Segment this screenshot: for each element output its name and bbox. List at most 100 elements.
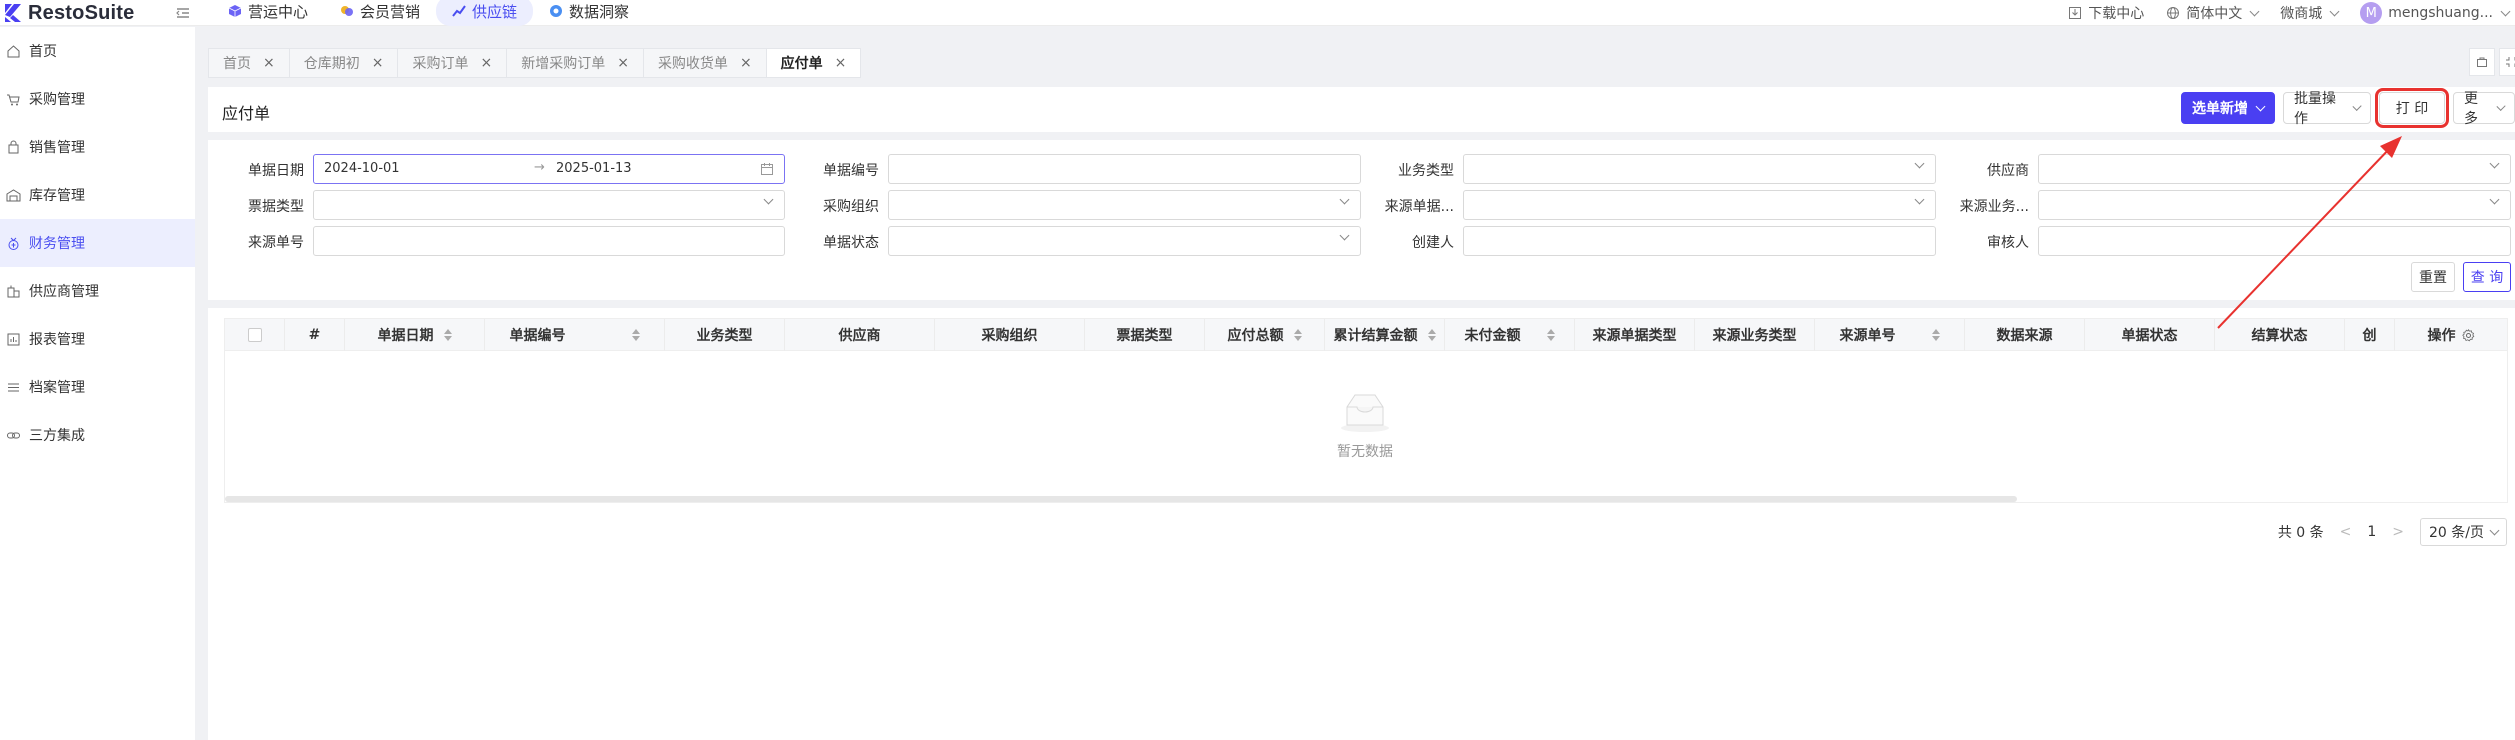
sidebar-item-sales[interactable]: 销售管理 bbox=[0, 123, 195, 171]
home-icon bbox=[7, 44, 20, 57]
close-icon[interactable]: × bbox=[263, 55, 275, 71]
invoice-type-select[interactable] bbox=[313, 190, 785, 220]
reset-button[interactable]: 重置 bbox=[2411, 262, 2455, 292]
page-size-select[interactable]: 20 条/页 bbox=[2420, 518, 2507, 546]
select-add-button[interactable]: 选单新增 bbox=[2181, 92, 2275, 124]
doc-no-label: 单据编号 bbox=[823, 163, 879, 179]
col-source-no[interactable]: 来源单号 bbox=[1815, 319, 1965, 351]
col-settled-total[interactable]: 累计结算金额 bbox=[1325, 319, 1445, 351]
creator-input[interactable] bbox=[1463, 226, 1936, 256]
tab-purchase-receipt[interactable]: 采购收货单 × bbox=[642, 48, 766, 78]
date-range-picker[interactable]: 2024-10-01 → 2025-01-13 bbox=[313, 154, 785, 184]
close-icon[interactable]: × bbox=[740, 55, 752, 71]
sort-icon[interactable] bbox=[1293, 329, 1302, 341]
logo[interactable]: RestoSuite bbox=[2, 0, 134, 26]
tab-purchase-order[interactable]: 采购订单 × bbox=[397, 48, 507, 78]
tab-warehouse-opening[interactable]: 仓库期初 × bbox=[288, 48, 398, 78]
tab-payable[interactable]: 应付单 × bbox=[765, 48, 862, 78]
restosuite-logo-icon bbox=[5, 4, 21, 22]
select-all-checkbox[interactable] bbox=[247, 328, 262, 342]
sidebar-item-inventory[interactable]: 库存管理 bbox=[0, 171, 195, 219]
close-icon[interactable]: × bbox=[835, 55, 847, 71]
user-menu[interactable]: M mengshuang... bbox=[2360, 2, 2511, 24]
source-doc-type-select[interactable] bbox=[1463, 190, 1936, 220]
next-page-icon[interactable]: > bbox=[2392, 524, 2404, 540]
globe-icon bbox=[2167, 7, 2180, 19]
nav-operations[interactable]: 营运中心 bbox=[212, 0, 324, 26]
page-header: 应付单 选单新增 批量操作 打 印 更多 bbox=[208, 87, 2515, 132]
tab-expand-icon[interactable] bbox=[2499, 48, 2515, 76]
gem-icon bbox=[341, 6, 354, 16]
batch-operation-button[interactable]: 批量操作 bbox=[2283, 91, 2371, 127]
sidebar-item-supplier[interactable]: 供应商管理 bbox=[0, 267, 195, 315]
supplier-select[interactable] bbox=[2038, 154, 2511, 184]
col-source-doc-type: 来源单据类型 bbox=[1575, 319, 1695, 351]
col-doc-no[interactable]: 单据编号 bbox=[485, 319, 665, 351]
col-data-source: 数据来源 bbox=[1965, 319, 2085, 351]
source-no-input[interactable] bbox=[313, 226, 785, 256]
total-count: 共 0 条 bbox=[2277, 525, 2324, 541]
current-page[interactable]: 1 bbox=[2367, 524, 2376, 540]
nav-data-insight[interactable]: 数据洞察 bbox=[533, 0, 645, 26]
biz-type-select[interactable] bbox=[1463, 154, 1936, 184]
chevron-down-icon bbox=[2329, 6, 2340, 16]
nav-member-marketing[interactable]: 会员营销 bbox=[324, 0, 436, 26]
horizontal-scrollbar[interactable] bbox=[225, 496, 2017, 502]
top-bar: RestoSuite 营运中心 会员营销 供应链 数据洞察 下载中心 简体中文 … bbox=[0, 0, 2515, 26]
purchase-org-label: 采购组织 bbox=[823, 199, 879, 215]
close-icon[interactable]: × bbox=[372, 55, 384, 71]
page-title: 应付单 bbox=[222, 104, 271, 123]
filter-form: 单据日期 2024-10-01 → 2025-01-13 单据编号 业务类型 供… bbox=[208, 140, 2515, 300]
source-biz-select[interactable] bbox=[2038, 190, 2511, 220]
doc-no-input[interactable] bbox=[888, 154, 1361, 184]
col-unpaid[interactable]: 未付金额 bbox=[1445, 319, 1575, 351]
col-select-all[interactable] bbox=[225, 319, 285, 351]
query-button[interactable]: 查 询 bbox=[2463, 262, 2511, 292]
sidebar-item-reports[interactable]: 报表管理 bbox=[0, 315, 195, 363]
sort-icon[interactable] bbox=[1546, 329, 1555, 341]
table-section: # 单据日期 单据编号 业务类型 供应商 采购组织 票据类型 应付总额 累计结算… bbox=[208, 308, 2515, 740]
store-switch[interactable]: 微商城 bbox=[2280, 3, 2340, 23]
sidebar-item-archives[interactable]: 档案管理 bbox=[0, 363, 195, 411]
sidebar-item-finance[interactable]: 财务管理 bbox=[0, 219, 195, 267]
download-center[interactable]: 下载中心 bbox=[2068, 3, 2144, 23]
nav-supply-chain[interactable]: 供应链 bbox=[436, 0, 534, 26]
menu-collapse-icon[interactable] bbox=[174, 4, 192, 22]
report-icon bbox=[7, 333, 20, 345]
empty-text: 暂无数据 bbox=[1337, 444, 1393, 460]
settings-icon[interactable] bbox=[2461, 328, 2475, 342]
sidebar: 首页 采购管理 销售管理 库存管理 财务管理 供应商管理 报表管理 档案管理 三… bbox=[0, 27, 195, 740]
chevron-down-icon bbox=[2489, 525, 2500, 535]
calendar-icon bbox=[761, 163, 773, 175]
sidebar-item-home[interactable]: 首页 bbox=[0, 27, 195, 75]
chevron-down-icon bbox=[1339, 194, 1350, 205]
close-icon[interactable]: × bbox=[480, 55, 492, 71]
chevron-down-icon bbox=[763, 194, 774, 205]
chevron-down-icon bbox=[2255, 101, 2266, 111]
sort-icon[interactable] bbox=[1931, 329, 1940, 341]
prev-page-icon[interactable]: < bbox=[2340, 524, 2352, 540]
col-payable-total[interactable]: 应付总额 bbox=[1205, 319, 1325, 351]
money-icon bbox=[8, 237, 19, 250]
language-switch[interactable]: 简体中文 bbox=[2166, 3, 2260, 23]
tab-home-icon[interactable] bbox=[2469, 48, 2495, 76]
sidebar-item-purchase[interactable]: 采购管理 bbox=[0, 75, 195, 123]
source-no-label: 来源单号 bbox=[248, 235, 304, 251]
print-button[interactable]: 打 印 bbox=[2375, 88, 2449, 128]
chevron-down-icon bbox=[1339, 230, 1350, 241]
col-doc-date[interactable]: 单据日期 bbox=[345, 319, 485, 351]
sidebar-item-integration[interactable]: 三方集成 bbox=[0, 411, 195, 459]
sort-icon[interactable] bbox=[1427, 329, 1436, 341]
source-biz-label: 来源业务... bbox=[1959, 199, 2029, 215]
tab-new-purchase-order[interactable]: 新增采购订单 × bbox=[506, 48, 643, 78]
download-icon bbox=[2069, 7, 2082, 19]
sort-icon[interactable] bbox=[443, 329, 452, 341]
tab-home[interactable]: 首页 × bbox=[208, 48, 289, 78]
doc-date-label: 单据日期 bbox=[248, 163, 304, 179]
more-button[interactable]: 更多 bbox=[2453, 91, 2515, 127]
sort-icon[interactable] bbox=[631, 329, 640, 341]
doc-status-select[interactable] bbox=[888, 226, 1361, 256]
purchase-org-select[interactable] bbox=[888, 190, 1361, 220]
close-icon[interactable]: × bbox=[617, 55, 629, 71]
auditor-input[interactable] bbox=[2038, 226, 2511, 256]
